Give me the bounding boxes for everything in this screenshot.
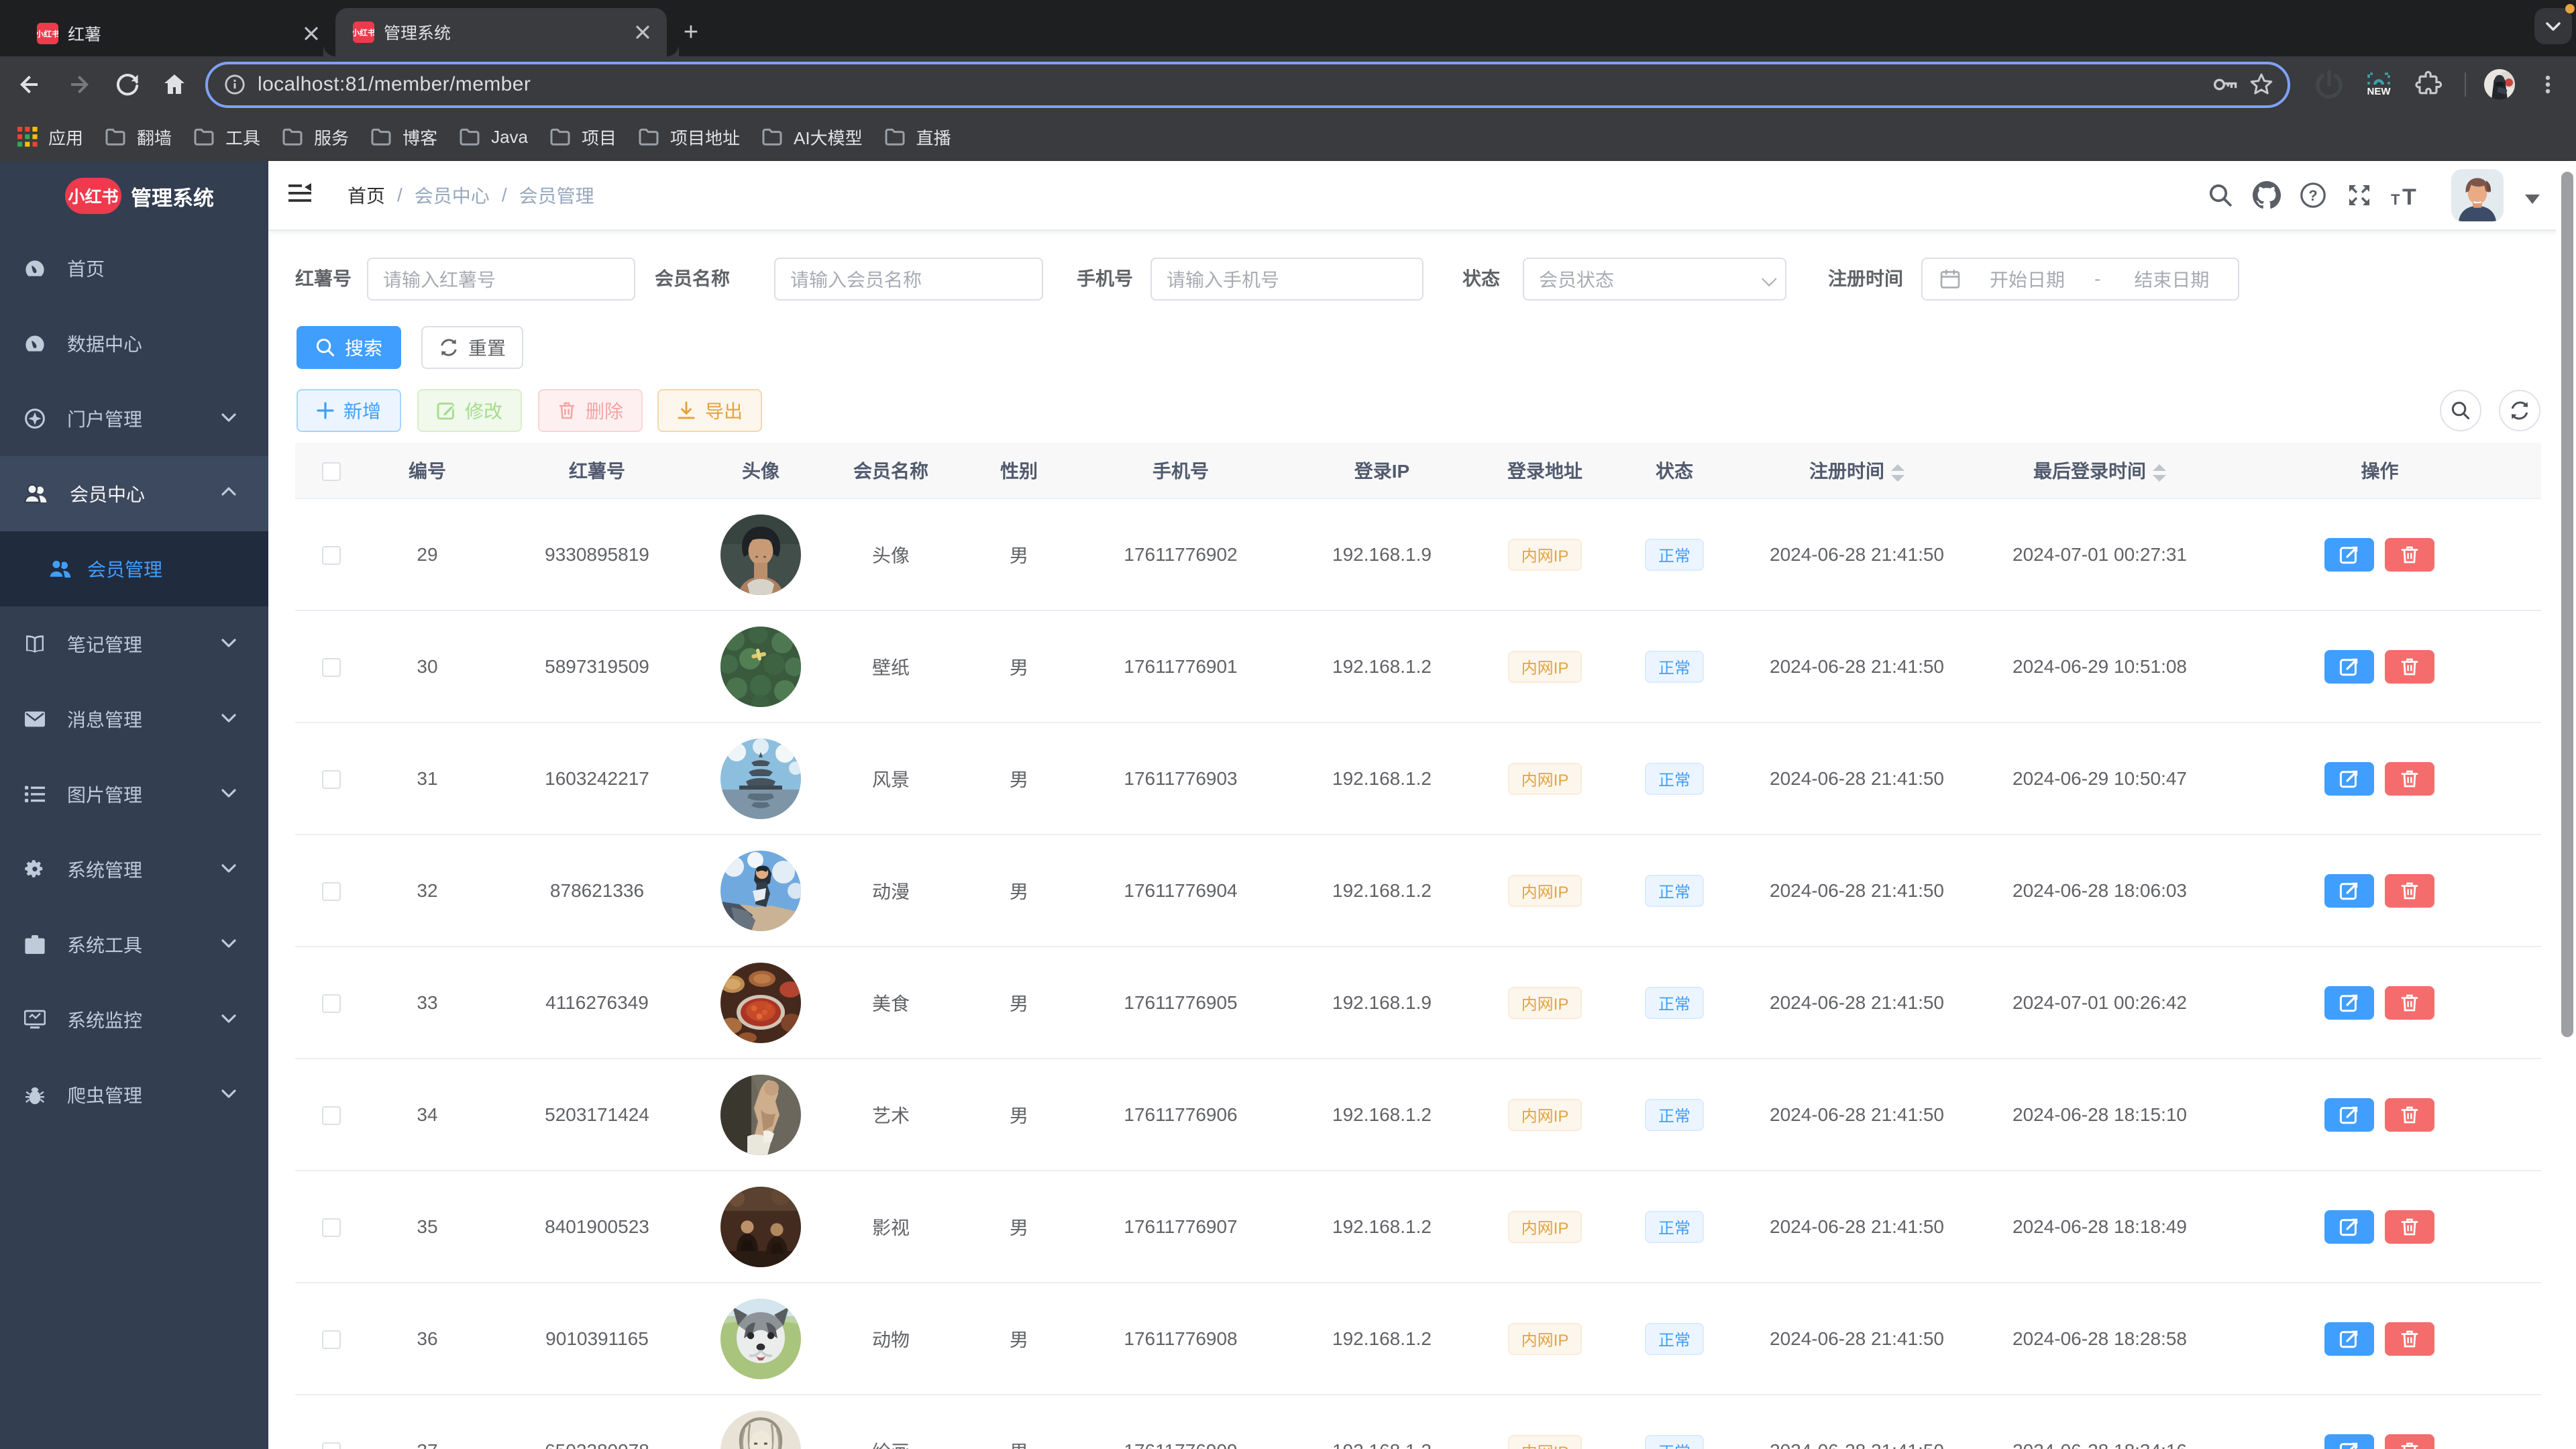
svg-text:T: T [2402, 184, 2416, 207]
svg-text:T: T [2391, 191, 2400, 207]
svg-text:?: ? [2308, 187, 2317, 204]
